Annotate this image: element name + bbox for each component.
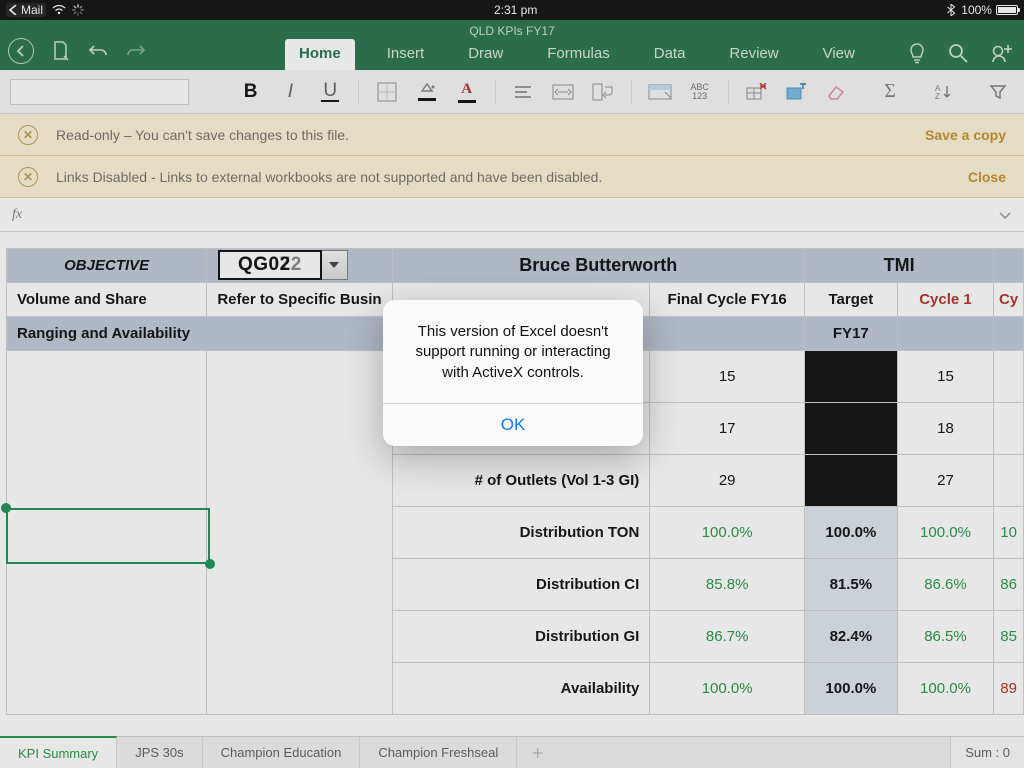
app-root: Mail 2:31 pm 100% QLD KPIs FY17 [0,0,1024,768]
alert-dialog: This version of Excel doesn't support ru… [383,300,643,446]
alert-message: This version of Excel doesn't support ru… [383,300,643,403]
alert-ok-button[interactable]: OK [383,404,643,446]
